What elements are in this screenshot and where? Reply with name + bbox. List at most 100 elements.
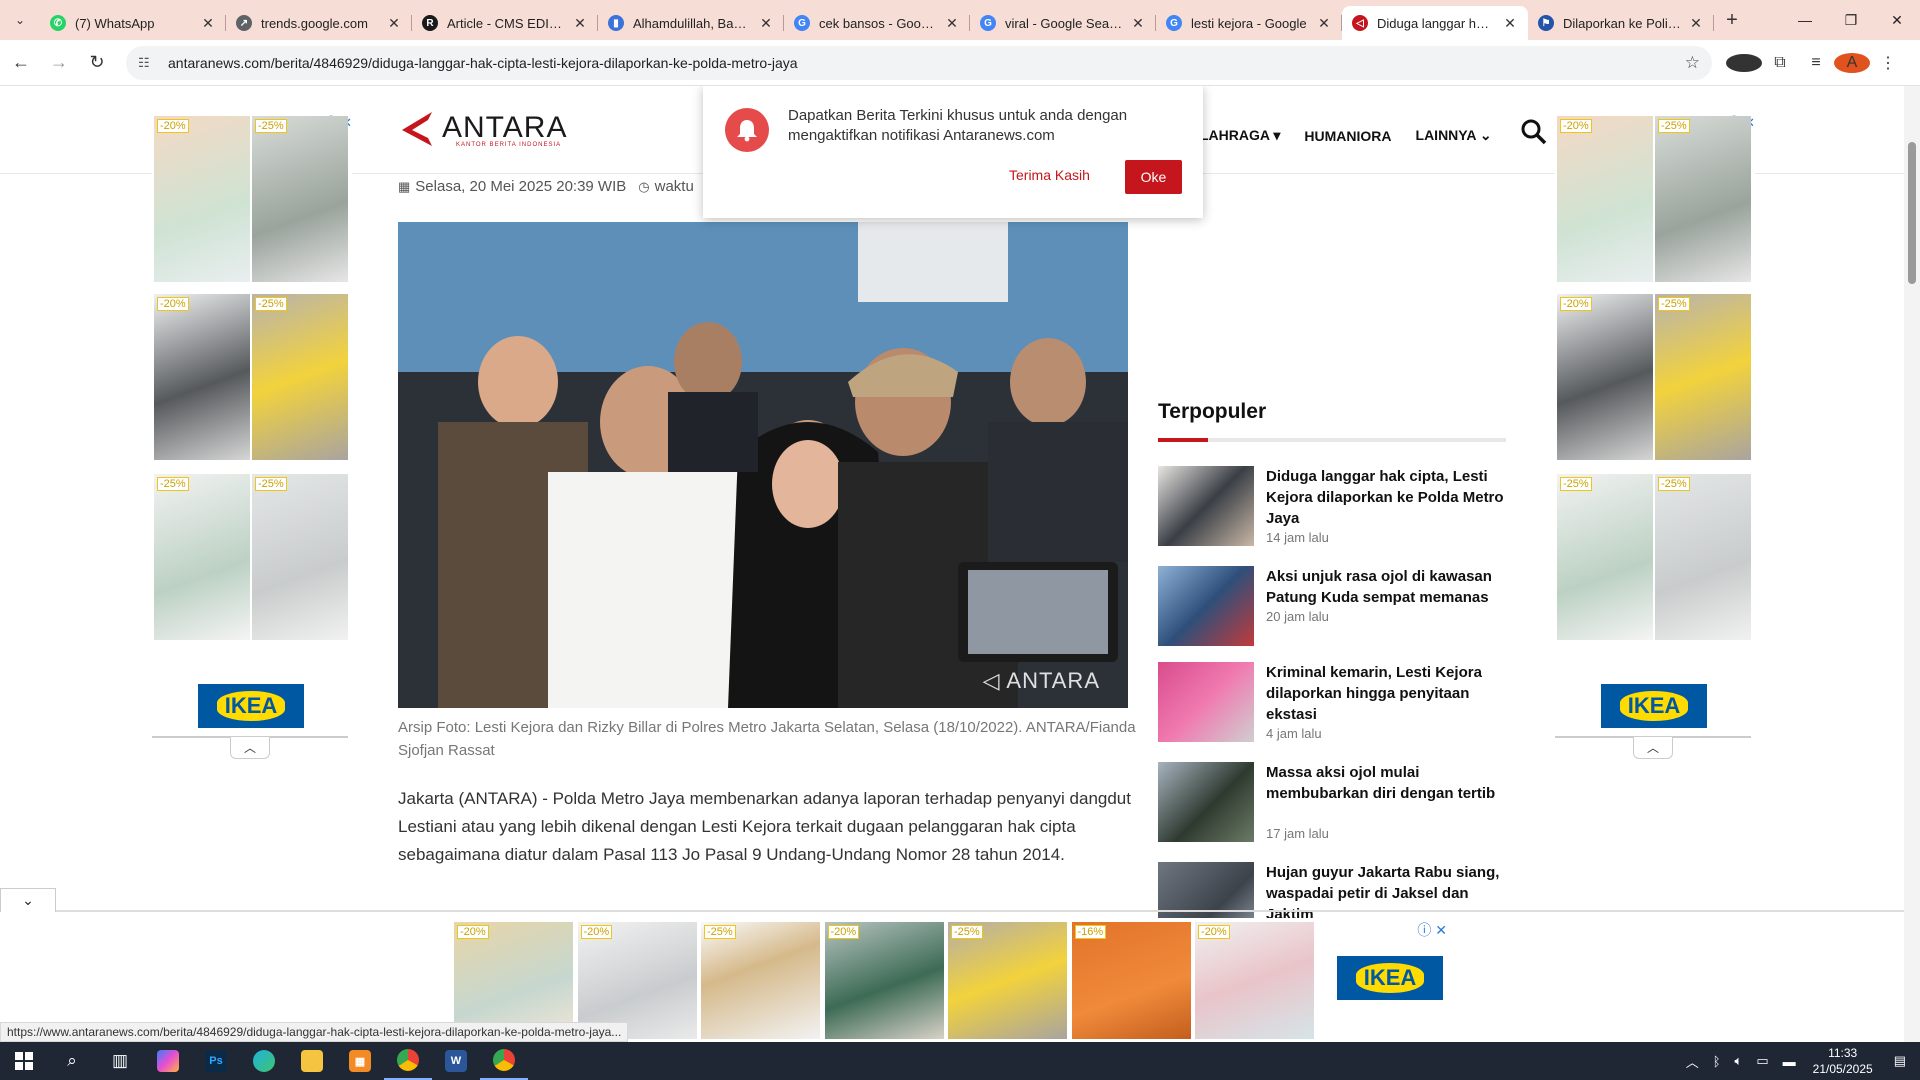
app-orange-icon[interactable]: ▦ bbox=[336, 1042, 384, 1080]
reload-icon[interactable]: ↻ bbox=[80, 46, 114, 80]
nav-lainnya[interactable]: LAINNYA ⌄ bbox=[1416, 127, 1492, 144]
tab-search-chevron-icon[interactable]: ⌄ bbox=[0, 0, 40, 40]
browser-menu-icon[interactable]: ⋮ bbox=[1870, 53, 1906, 73]
browser-tab[interactable]: ⚑ Dilaporkan ke Polisi, I ✕ bbox=[1528, 6, 1714, 40]
ikea-logo[interactable]: IKEA bbox=[1337, 956, 1443, 1000]
chrome-icon[interactable] bbox=[384, 1042, 432, 1080]
chrome-icon[interactable] bbox=[480, 1042, 528, 1080]
browser-tab[interactable]: ◁ Diduga langgar hak c ✕ bbox=[1342, 6, 1528, 40]
extension-k-icon[interactable]: K bbox=[1726, 53, 1762, 72]
popular-thumbnail[interactable] bbox=[1158, 662, 1254, 742]
search-icon[interactable]: ⌕ bbox=[48, 1042, 96, 1080]
word-icon[interactable]: W bbox=[432, 1042, 480, 1080]
ikea-logo[interactable]: IKEA bbox=[198, 684, 304, 728]
browser-tab[interactable]: R Article - CMS EDITOR ✕ bbox=[412, 6, 598, 40]
popular-item[interactable]: Massa aksi ojol mulai membubarkan diri d… bbox=[1158, 762, 1518, 852]
taskbar-clock[interactable]: 11:33 21/05/2025 bbox=[1813, 1045, 1873, 1077]
tab-close-icon[interactable]: ✕ bbox=[1316, 15, 1332, 32]
page-scrollbar[interactable] bbox=[1904, 86, 1920, 1042]
antara-logo[interactable]: ANTARA KANTOR BERITA INDONESIA bbox=[398, 108, 567, 148]
new-tab-button[interactable]: + bbox=[1714, 9, 1750, 32]
browser-tab[interactable]: Gviral - Google Search ✕ bbox=[970, 6, 1156, 40]
discount-badge: -25% bbox=[255, 297, 287, 311]
search-icon[interactable] bbox=[1520, 118, 1548, 153]
media-control-icon[interactable]: ≡ bbox=[1798, 54, 1834, 72]
ad-product-tile[interactable]: -20% bbox=[1195, 922, 1314, 1039]
address-bar[interactable]: ☷ antaranews.com/berita/4846929/diduga-l… bbox=[126, 45, 1712, 80]
nav-humaniora[interactable]: HUMANIORA bbox=[1304, 128, 1391, 144]
nav-olahraga[interactable]: LAHRAGA ▾ bbox=[1200, 127, 1280, 144]
network-icon[interactable]: ▭ bbox=[1756, 1053, 1768, 1069]
popular-title[interactable]: Diduga langgar hak cipta, Lesti Kejora d… bbox=[1266, 466, 1506, 529]
browser-tab[interactable]: ↗ trends.google.com ✕ bbox=[226, 6, 412, 40]
volume-icon[interactable]: 🔈︎ bbox=[1735, 1053, 1743, 1069]
right-side-ad[interactable]: ⓘ ✕ -20% -25% -20% -25% -25% -25% bbox=[1555, 112, 1755, 640]
notification-center-icon[interactable]: ▤ bbox=[1894, 1053, 1906, 1069]
left-side-ad[interactable]: ⓘ ✕ -20% -25% -20% -25% -25% -25% bbox=[152, 112, 352, 640]
popular-item[interactable]: Diduga langgar hak cipta, Lesti Kejora d… bbox=[1158, 466, 1518, 556]
tab-close-icon[interactable]: ✕ bbox=[386, 15, 402, 32]
tab-favicon-icon: ⚑ bbox=[1538, 15, 1554, 31]
forward-icon[interactable]: → bbox=[42, 46, 76, 80]
collapse-ad-chevron-icon[interactable]: ︿ bbox=[1633, 737, 1673, 759]
discount-badge: -25% bbox=[704, 925, 736, 939]
dismiss-notification-button[interactable]: Terima Kasih bbox=[1009, 167, 1090, 183]
photoshop-icon[interactable]: Ps bbox=[192, 1042, 240, 1080]
ad-product-tile[interactable]: -25% bbox=[701, 922, 820, 1039]
popular-thumbnail[interactable] bbox=[1158, 566, 1254, 646]
ad-close-icon[interactable]: ⓘ ✕ bbox=[1417, 920, 1447, 940]
file-explorer-icon[interactable] bbox=[288, 1042, 336, 1080]
popular-thumbnail[interactable] bbox=[1158, 762, 1254, 842]
article-body: Jakarta (ANTARA) - Polda Metro Jaya memb… bbox=[398, 789, 1131, 864]
site-settings-icon[interactable]: ☷ bbox=[138, 55, 158, 71]
close-window-icon[interactable]: ✕ bbox=[1874, 0, 1920, 40]
tray-chevron-icon[interactable]: ︿ bbox=[1686, 1052, 1699, 1071]
tab-close-icon[interactable]: ✕ bbox=[1130, 15, 1146, 32]
tab-close-icon[interactable]: ✕ bbox=[1688, 15, 1704, 32]
ikea-logo[interactable]: IKEA bbox=[1601, 684, 1707, 728]
scrollbar-thumb[interactable] bbox=[1908, 142, 1916, 284]
profile-avatar[interactable]: A bbox=[1834, 52, 1870, 73]
tab-close-icon[interactable]: ✕ bbox=[758, 15, 774, 32]
tab-close-icon[interactable]: ✕ bbox=[200, 15, 216, 32]
article-date: Selasa, 20 Mei 2025 20:39 WIB bbox=[415, 178, 627, 195]
accept-notification-button[interactable]: Oke bbox=[1125, 160, 1182, 194]
browser-tab[interactable]: Glesti kejora - Google ✕ bbox=[1156, 6, 1342, 40]
antara-logo-icon bbox=[402, 112, 432, 146]
discount-badge: -20% bbox=[1560, 119, 1592, 133]
popular-thumbnail[interactable] bbox=[1158, 466, 1254, 546]
window-controls: — ❐ ✕ bbox=[1782, 0, 1920, 40]
popular-title[interactable]: Aksi unjuk rasa ojol di kawasan Patung K… bbox=[1266, 566, 1506, 608]
collapse-ad-chevron-icon[interactable]: ︿ bbox=[230, 737, 270, 759]
bookmark-star-icon[interactable]: ☆ bbox=[1685, 53, 1700, 73]
ad-product-tile[interactable]: -25% bbox=[948, 922, 1067, 1039]
tab-close-icon[interactable]: ✕ bbox=[1502, 15, 1518, 32]
browser-tab[interactable]: ✆ (7) WhatsApp ✕ bbox=[40, 6, 226, 40]
tab-close-icon[interactable]: ✕ bbox=[944, 15, 960, 32]
popular-item[interactable]: Kriminal kemarin, Lesti Kejora dilaporka… bbox=[1158, 662, 1518, 752]
minimize-icon[interactable]: — bbox=[1782, 0, 1828, 40]
popular-time: 17 jam lalu bbox=[1266, 826, 1329, 841]
windows-start-icon[interactable] bbox=[0, 1042, 48, 1080]
tab-close-icon[interactable]: ✕ bbox=[572, 15, 588, 32]
edge-icon[interactable] bbox=[240, 1042, 288, 1080]
restore-icon[interactable]: ❐ bbox=[1828, 0, 1874, 40]
popular-title[interactable]: Hujan guyur Jakarta Rabu siang, waspadai… bbox=[1266, 862, 1506, 925]
article-photo[interactable]: ◁ ANTARA bbox=[398, 222, 1128, 708]
extensions-puzzle-icon[interactable]: ⧉ bbox=[1762, 54, 1798, 72]
back-icon[interactable]: ← bbox=[4, 46, 38, 80]
notification-message: Dapatkan Berita Terkini khusus untuk and… bbox=[788, 107, 1128, 144]
ad-product-tile[interactable]: -20% bbox=[824, 922, 944, 1039]
browser-tab[interactable]: Gcek bansos - Google ✕ bbox=[784, 6, 970, 40]
popular-item[interactable]: Aksi unjuk rasa ojol di kawasan Patung K… bbox=[1158, 566, 1518, 656]
task-view-icon[interactable]: ▥ bbox=[96, 1042, 144, 1080]
popular-title[interactable]: Kriminal kemarin, Lesti Kejora dilaporka… bbox=[1266, 662, 1506, 725]
browser-tab[interactable]: ▮ Alhamdulillah, Bansos ✕ bbox=[598, 6, 784, 40]
bluetooth-icon[interactable]: ᛒ bbox=[1713, 1054, 1721, 1069]
collapse-anchor-chevron-icon[interactable]: ⌄ bbox=[0, 888, 56, 912]
battery-icon[interactable]: ▬ bbox=[1783, 1054, 1796, 1069]
copilot-icon[interactable] bbox=[144, 1042, 192, 1080]
url-text[interactable]: antaranews.com/berita/4846929/diduga-lan… bbox=[168, 55, 1685, 71]
popular-title[interactable]: Massa aksi ojol mulai membubarkan diri d… bbox=[1266, 762, 1506, 804]
ad-product-tile[interactable]: -16% bbox=[1071, 922, 1191, 1039]
